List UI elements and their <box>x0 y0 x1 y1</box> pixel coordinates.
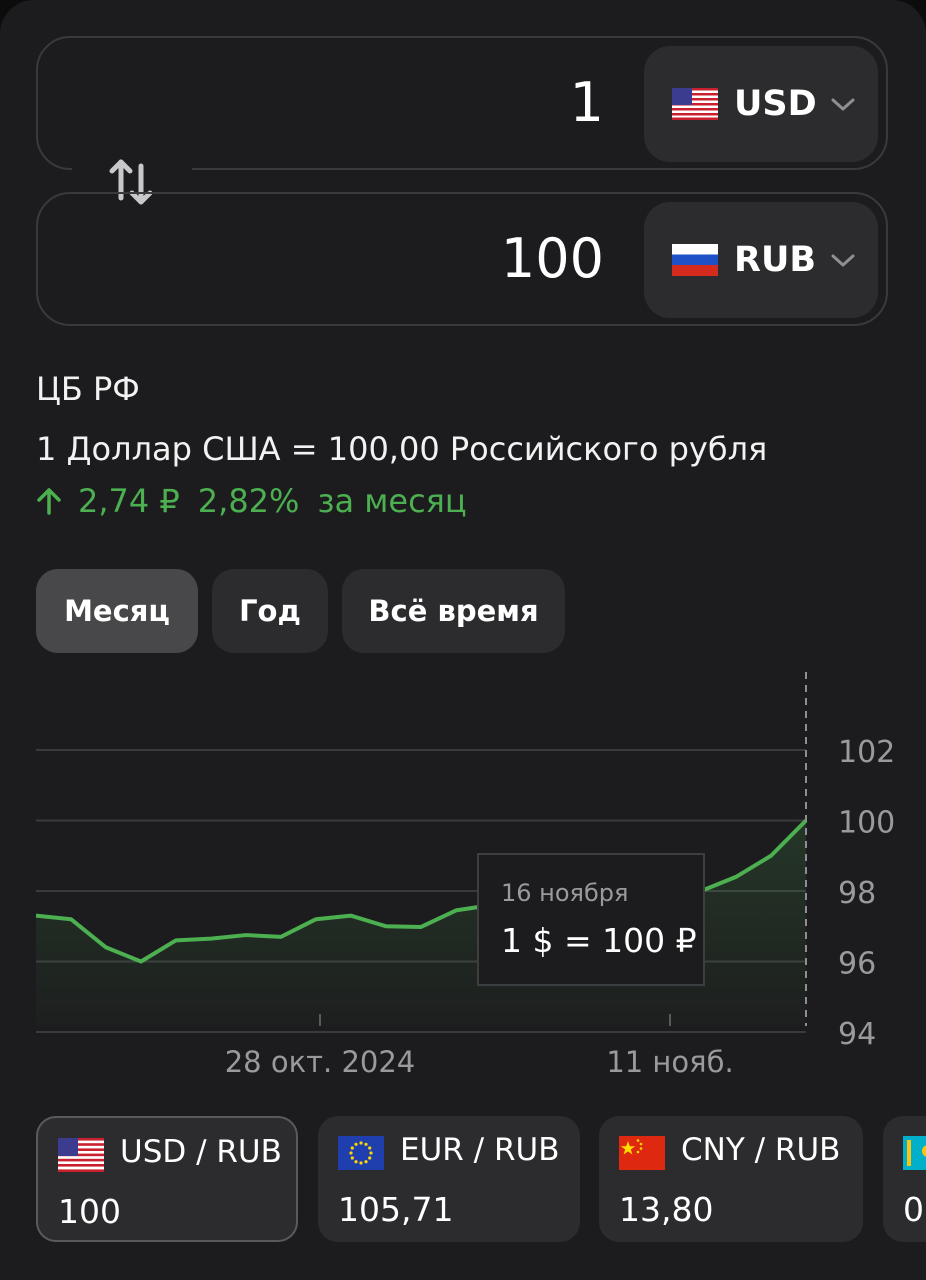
tab-year[interactable]: Год <box>212 569 328 653</box>
change-period: за месяц <box>317 482 467 520</box>
change-absolute: 2,74 ₽ <box>78 482 180 520</box>
rate-source: ЦБ РФ <box>36 370 140 408</box>
y-tick-label: 100 <box>838 806 895 841</box>
rate-chart[interactable]: 102 100 98 96 94 28 окт. 2024 11 нояб. <box>0 668 926 1088</box>
to-currency-code: RUB <box>734 240 817 280</box>
tile-usd-rub[interactable]: USD / RUB 100 <box>36 1116 298 1242</box>
eu-flag-icon <box>338 1136 384 1170</box>
x-tick-label: 11 нояб. <box>606 1045 733 1079</box>
from-amount-value[interactable]: 1 <box>570 38 604 168</box>
from-currency-code: USD <box>734 84 817 124</box>
tile-pair: EUR / RUB <box>400 1132 560 1168</box>
chevron-down-icon <box>831 254 855 267</box>
cn-flag-icon <box>619 1136 665 1170</box>
y-tick-label: 102 <box>838 735 895 770</box>
us-flag-icon <box>672 88 718 120</box>
rate-text: 1 Доллар США = 100,00 Российского рубля <box>36 430 768 468</box>
from-currency-select[interactable]: USD <box>644 46 878 162</box>
chart-tooltip: 16 ноября 1 $ = 100 ₽ <box>477 853 705 986</box>
y-tick-label: 94 <box>838 1017 876 1052</box>
tile-value: 100 <box>58 1192 121 1231</box>
y-tick-label: 98 <box>838 876 876 911</box>
tile-pair: CNY / RUB <box>681 1132 841 1168</box>
tile-value: 0 <box>903 1190 924 1229</box>
chevron-down-icon <box>831 98 855 111</box>
tab-all-time[interactable]: Всё время <box>342 569 565 653</box>
converter-card: 1 USD 100 RUB ЦБ РФ 1 Доллар США = 100,0… <box>0 0 926 1280</box>
tile-eur-rub[interactable]: EUR / RUB 105,71 <box>318 1116 580 1242</box>
x-tick-label: 28 окт. 2024 <box>225 1045 416 1079</box>
tab-month[interactable]: Месяц <box>36 569 198 653</box>
tile-cny-rub[interactable]: CNY / RUB 13,80 <box>599 1116 863 1242</box>
tooltip-date: 16 ноября <box>501 879 629 907</box>
tile-kzt-rub[interactable]: 0 <box>883 1116 926 1242</box>
tile-value: 105,71 <box>338 1190 454 1229</box>
tile-value: 13,80 <box>619 1190 714 1229</box>
rate-change: 2,74 ₽ 2,82% за месяц <box>36 482 467 520</box>
to-amount-field[interactable]: 100 RUB <box>36 192 888 326</box>
to-amount-value[interactable]: 100 <box>501 194 604 324</box>
arrow-up-icon <box>37 488 61 515</box>
y-tick-label: 96 <box>838 947 876 982</box>
us-flag-icon <box>58 1138 104 1172</box>
ru-flag-icon <box>672 244 718 276</box>
tile-pair: USD / RUB <box>120 1134 282 1170</box>
kz-flag-icon <box>903 1136 926 1170</box>
tooltip-value: 1 $ = 100 ₽ <box>501 921 697 960</box>
change-percent: 2,82% <box>197 482 300 520</box>
to-currency-select[interactable]: RUB <box>644 202 878 318</box>
